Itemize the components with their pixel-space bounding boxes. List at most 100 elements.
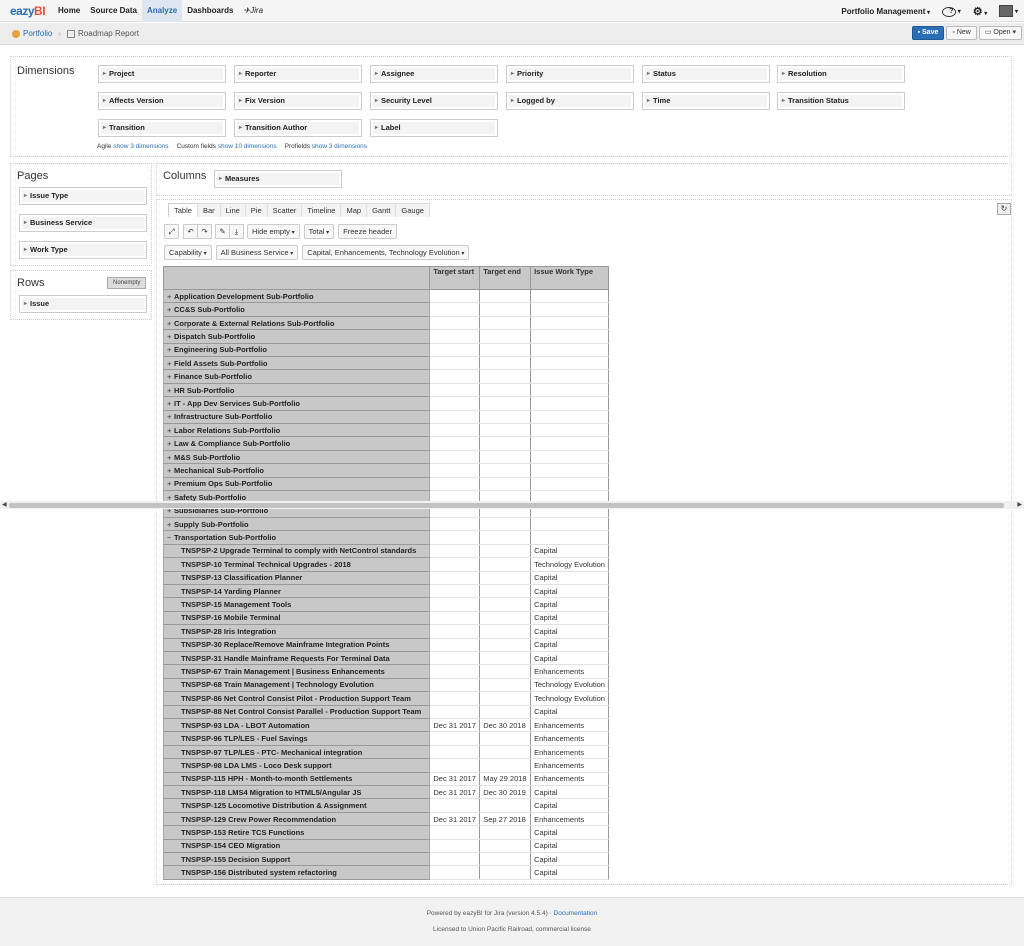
- expand-icon[interactable]: +: [167, 386, 174, 395]
- dimension-assignee[interactable]: Assignee: [370, 65, 498, 83]
- dimension-transition-status[interactable]: Transition Status: [777, 92, 905, 110]
- row-header[interactable]: TNSPSP-67 Train Management | Business En…: [162, 664, 431, 679]
- row-header[interactable]: TNSPSP-16 Mobile Terminal: [162, 610, 431, 626]
- row-header[interactable]: TNSPSP-115 HPH - Month-to-month Settleme…: [162, 771, 431, 787]
- row-header[interactable]: TNSPSP-88 Net Control Consist Parallel -…: [162, 704, 431, 720]
- row-header[interactable]: TNSPSP-118 LMS4 Migration to HTML5/Angul…: [162, 785, 431, 800]
- dimension-fix-version[interactable]: Fix Version: [234, 92, 362, 110]
- nav-analyze[interactable]: Analyze: [141, 0, 183, 22]
- row-header[interactable]: TNSPSP-156 Distributed system refactorin…: [162, 865, 431, 880]
- nav-home[interactable]: Home: [53, 0, 85, 22]
- portfolio-menu[interactable]: Portfolio Management: [835, 7, 936, 16]
- expand-icon[interactable]: +: [167, 426, 174, 435]
- row-header[interactable]: TNSPSP-98 LDA LMS - Loco Desk support: [162, 758, 431, 773]
- row-header[interactable]: TNSPSP-154 CEO Migration: [162, 838, 431, 854]
- documentation-link[interactable]: Documentation: [554, 910, 598, 917]
- row-header[interactable]: TNSPSP-86 Net Control Consist Pilot - Pr…: [162, 691, 431, 706]
- row-header[interactable]: + IT - App Dev Services Sub-Portfolio: [162, 396, 431, 411]
- row-header[interactable]: + Corporate & External Relations Sub-Port…: [162, 315, 431, 331]
- tab-line[interactable]: Line: [219, 203, 246, 217]
- row-header[interactable]: + Labor Relations Sub-Portfolio: [162, 423, 431, 438]
- row-header[interactable]: TNSPSP-15 Management Tools: [162, 597, 431, 612]
- row-header[interactable]: TNSPSP-68 Train Management | Technology …: [162, 677, 431, 693]
- refresh-icon[interactable]: ↻: [997, 203, 1011, 215]
- gear-icon[interactable]: ⚙: [967, 5, 994, 18]
- eazybi-logo[interactable]: eazyBI: [0, 4, 53, 18]
- row-header[interactable]: TNSPSP-125 Locomotive Distribution & Ass…: [162, 798, 431, 813]
- row-header[interactable]: + Dispatch Sub-Portfolio: [162, 329, 431, 344]
- row-header[interactable]: + HR Sub-Portfolio: [162, 382, 431, 398]
- undo-icon[interactable]: ↶: [183, 224, 198, 239]
- agile-show-link[interactable]: show 3 dimensions: [113, 143, 168, 150]
- row-header[interactable]: TNSPSP-96 TLP/LES - Fuel Savings: [162, 731, 431, 746]
- dimension-priority[interactable]: Priority: [506, 65, 634, 83]
- scrollbar-thumb[interactable]: [9, 503, 1004, 508]
- avatar[interactable]: [993, 5, 1024, 17]
- row-header[interactable]: + Law & Compliance Sub-Portfolio: [162, 436, 431, 451]
- dimension-affects-version[interactable]: Affects Version: [98, 92, 226, 110]
- new-button[interactable]: ▫ New: [946, 26, 977, 40]
- row-header[interactable]: TNSPSP-153 Retire TCS Functions: [162, 825, 431, 840]
- nav-jira[interactable]: ✈Jira: [238, 0, 268, 22]
- dimension-status[interactable]: Status: [642, 65, 770, 83]
- row-header[interactable]: TNSPSP-14 Yarding Planner: [162, 583, 431, 599]
- column-measures[interactable]: Measures: [214, 170, 342, 188]
- expand-icon[interactable]: +: [167, 319, 174, 328]
- expand-icon[interactable]: +: [167, 453, 174, 462]
- expand-icon[interactable]: +: [167, 520, 174, 529]
- expand-icon[interactable]: +: [167, 412, 174, 421]
- tab-scatter[interactable]: Scatter: [266, 203, 303, 217]
- row-header[interactable]: TNSPSP-28 Iris Integration: [162, 624, 431, 639]
- scroll-right-icon[interactable]: ▶: [1017, 501, 1022, 508]
- redo-icon[interactable]: ↷: [197, 224, 212, 239]
- row-header[interactable]: + Infrastructure Sub-Portfolio: [162, 409, 431, 425]
- dimension-transition[interactable]: Transition: [98, 119, 226, 137]
- collapse-icon[interactable]: −: [167, 533, 174, 542]
- total-dropdown[interactable]: Total: [303, 224, 335, 239]
- row-header[interactable]: TNSPSP-93 LDA - LBOT Automation: [162, 717, 431, 733]
- row-header[interactable]: TNSPSP-13 Classification Planner: [162, 570, 431, 585]
- export-icon[interactable]: ⤓: [229, 224, 244, 239]
- row-header[interactable]: + Application Development Sub-Portfolio: [162, 288, 431, 304]
- dimension-resolution[interactable]: Resolution: [777, 65, 905, 83]
- save-button[interactable]: ▪ Save: [911, 26, 945, 40]
- expand-icon[interactable]: +: [167, 345, 174, 354]
- nav-dashboards[interactable]: Dashboards: [182, 0, 238, 22]
- expand-icon[interactable]: +: [167, 372, 174, 381]
- row-header[interactable]: + M&S Sub-Portfolio: [162, 449, 431, 465]
- expand-icon[interactable]: +: [167, 479, 174, 488]
- tab-bar[interactable]: Bar: [196, 203, 221, 217]
- hide-empty-dropdown[interactable]: Hide empty: [247, 224, 300, 239]
- page-issue-type[interactable]: Issue Type: [19, 187, 147, 205]
- tab-map[interactable]: Map: [340, 203, 368, 217]
- row-header[interactable]: + Supply Sub-Portfolio: [162, 516, 431, 532]
- dimension-project[interactable]: Project: [98, 65, 226, 83]
- header-issue-work-type[interactable]: Issue Work Type: [530, 266, 609, 290]
- row-header[interactable]: + CC&S Sub-Portfolio: [162, 302, 431, 317]
- row-header[interactable]: TNSPSP-31 Handle Mainframe Requests For …: [162, 650, 431, 666]
- expand-icon[interactable]: +: [167, 399, 174, 408]
- dimension-logged-by[interactable]: Logged by: [506, 92, 634, 110]
- horizontal-scrollbar[interactable]: ◀ ▶: [0, 501, 1024, 509]
- page-business-service[interactable]: Business Service: [19, 214, 147, 232]
- breadcrumb[interactable]: Portfolio: [12, 29, 52, 38]
- expand-icon[interactable]: +: [167, 332, 174, 341]
- filter-work-type[interactable]: Capital, Enhancements, Technology Evolut…: [302, 245, 470, 260]
- dimension-label[interactable]: Label: [370, 119, 498, 137]
- dimension-time[interactable]: Time: [642, 92, 770, 110]
- dimension-transition-author[interactable]: Transition Author: [234, 119, 362, 137]
- comment-icon[interactable]: ✎: [215, 224, 230, 239]
- filter-business-service[interactable]: All Business Service: [215, 245, 299, 260]
- row-header[interactable]: − Transportation Sub-Portfolio: [162, 530, 431, 545]
- help-icon[interactable]: ?: [936, 6, 967, 17]
- tab-gantt[interactable]: Gantt: [366, 203, 397, 217]
- filter-issue-type[interactable]: Capability: [164, 245, 212, 260]
- expand-icon[interactable]: +: [167, 359, 174, 368]
- nav-source-data[interactable]: Source Data: [85, 0, 142, 22]
- row-header[interactable]: TNSPSP-155 Decision Support: [162, 852, 431, 867]
- dimension-reporter[interactable]: Reporter: [234, 65, 362, 83]
- row-header[interactable]: + Field Assets Sub-Portfolio: [162, 356, 431, 371]
- breadcrumb-portfolio[interactable]: Portfolio: [23, 29, 52, 38]
- row-issue[interactable]: Issue: [19, 295, 147, 313]
- tab-pie[interactable]: Pie: [244, 203, 268, 217]
